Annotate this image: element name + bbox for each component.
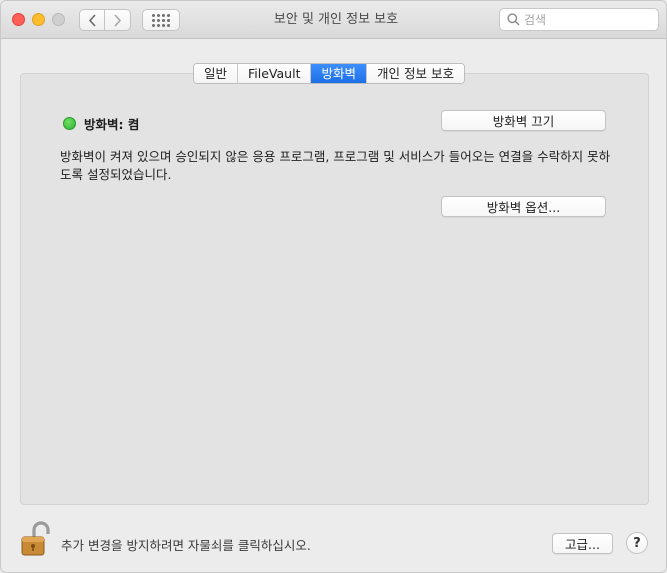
help-button[interactable]: ? bbox=[626, 532, 648, 554]
lock-hint-text: 추가 변경을 방지하려면 자물쇠를 클릭하십시오. bbox=[61, 538, 311, 553]
lock-open-icon bbox=[21, 521, 50, 556]
firewall-options-button[interactable]: 방화벽 옵션... bbox=[441, 196, 606, 217]
search-input[interactable] bbox=[524, 12, 644, 27]
firewall-panel: 방화벽: 켬 방화벽 끄기 방화벽이 켜져 있으며 승인되지 않은 응용 프로그… bbox=[20, 73, 649, 505]
firewall-description: 방화벽이 켜져 있으며 승인되지 않은 응용 프로그램, 프로그램 및 서비스가… bbox=[60, 149, 611, 182]
firewall-status-label: 방화벽: 켬 bbox=[84, 117, 140, 132]
window-title: 보안 및 개인 정보 보호 bbox=[273, 12, 399, 27]
tab-bar: 일반 FileVault 방화벽 개인 정보 보호 bbox=[193, 63, 465, 84]
title-bar: 보안 및 개인 정보 보호 bbox=[1, 1, 666, 39]
search-field[interactable] bbox=[499, 8, 659, 31]
lock-button[interactable] bbox=[19, 521, 53, 557]
grid-icon bbox=[152, 13, 170, 27]
minimize-icon[interactable] bbox=[32, 13, 45, 26]
preferences-window: 보안 및 개인 정보 보호 방화벽: 켬 방화벽 끄기 방화벽이 켜져 있으며 … bbox=[0, 0, 667, 573]
firewall-status: 방화벽: 켬 bbox=[63, 114, 139, 133]
tab-firewall[interactable]: 방화벽 bbox=[311, 64, 367, 83]
show-all-button[interactable] bbox=[142, 9, 180, 31]
tab-general[interactable]: 일반 bbox=[194, 64, 239, 83]
search-icon bbox=[507, 13, 520, 26]
tab-filevault[interactable]: FileVault bbox=[238, 64, 312, 83]
advanced-button[interactable]: 고급... bbox=[552, 533, 613, 554]
tab-privacy[interactable]: 개인 정보 보호 bbox=[367, 64, 464, 83]
forward-button[interactable] bbox=[105, 9, 131, 31]
firewall-toggle-button[interactable]: 방화벽 끄기 bbox=[441, 110, 606, 131]
status-indicator-icon bbox=[63, 117, 76, 130]
close-icon[interactable] bbox=[12, 13, 25, 26]
zoom-icon[interactable] bbox=[52, 13, 65, 26]
back-button[interactable] bbox=[79, 9, 105, 31]
chevron-left-icon bbox=[88, 13, 96, 27]
chevron-right-icon bbox=[114, 13, 122, 27]
